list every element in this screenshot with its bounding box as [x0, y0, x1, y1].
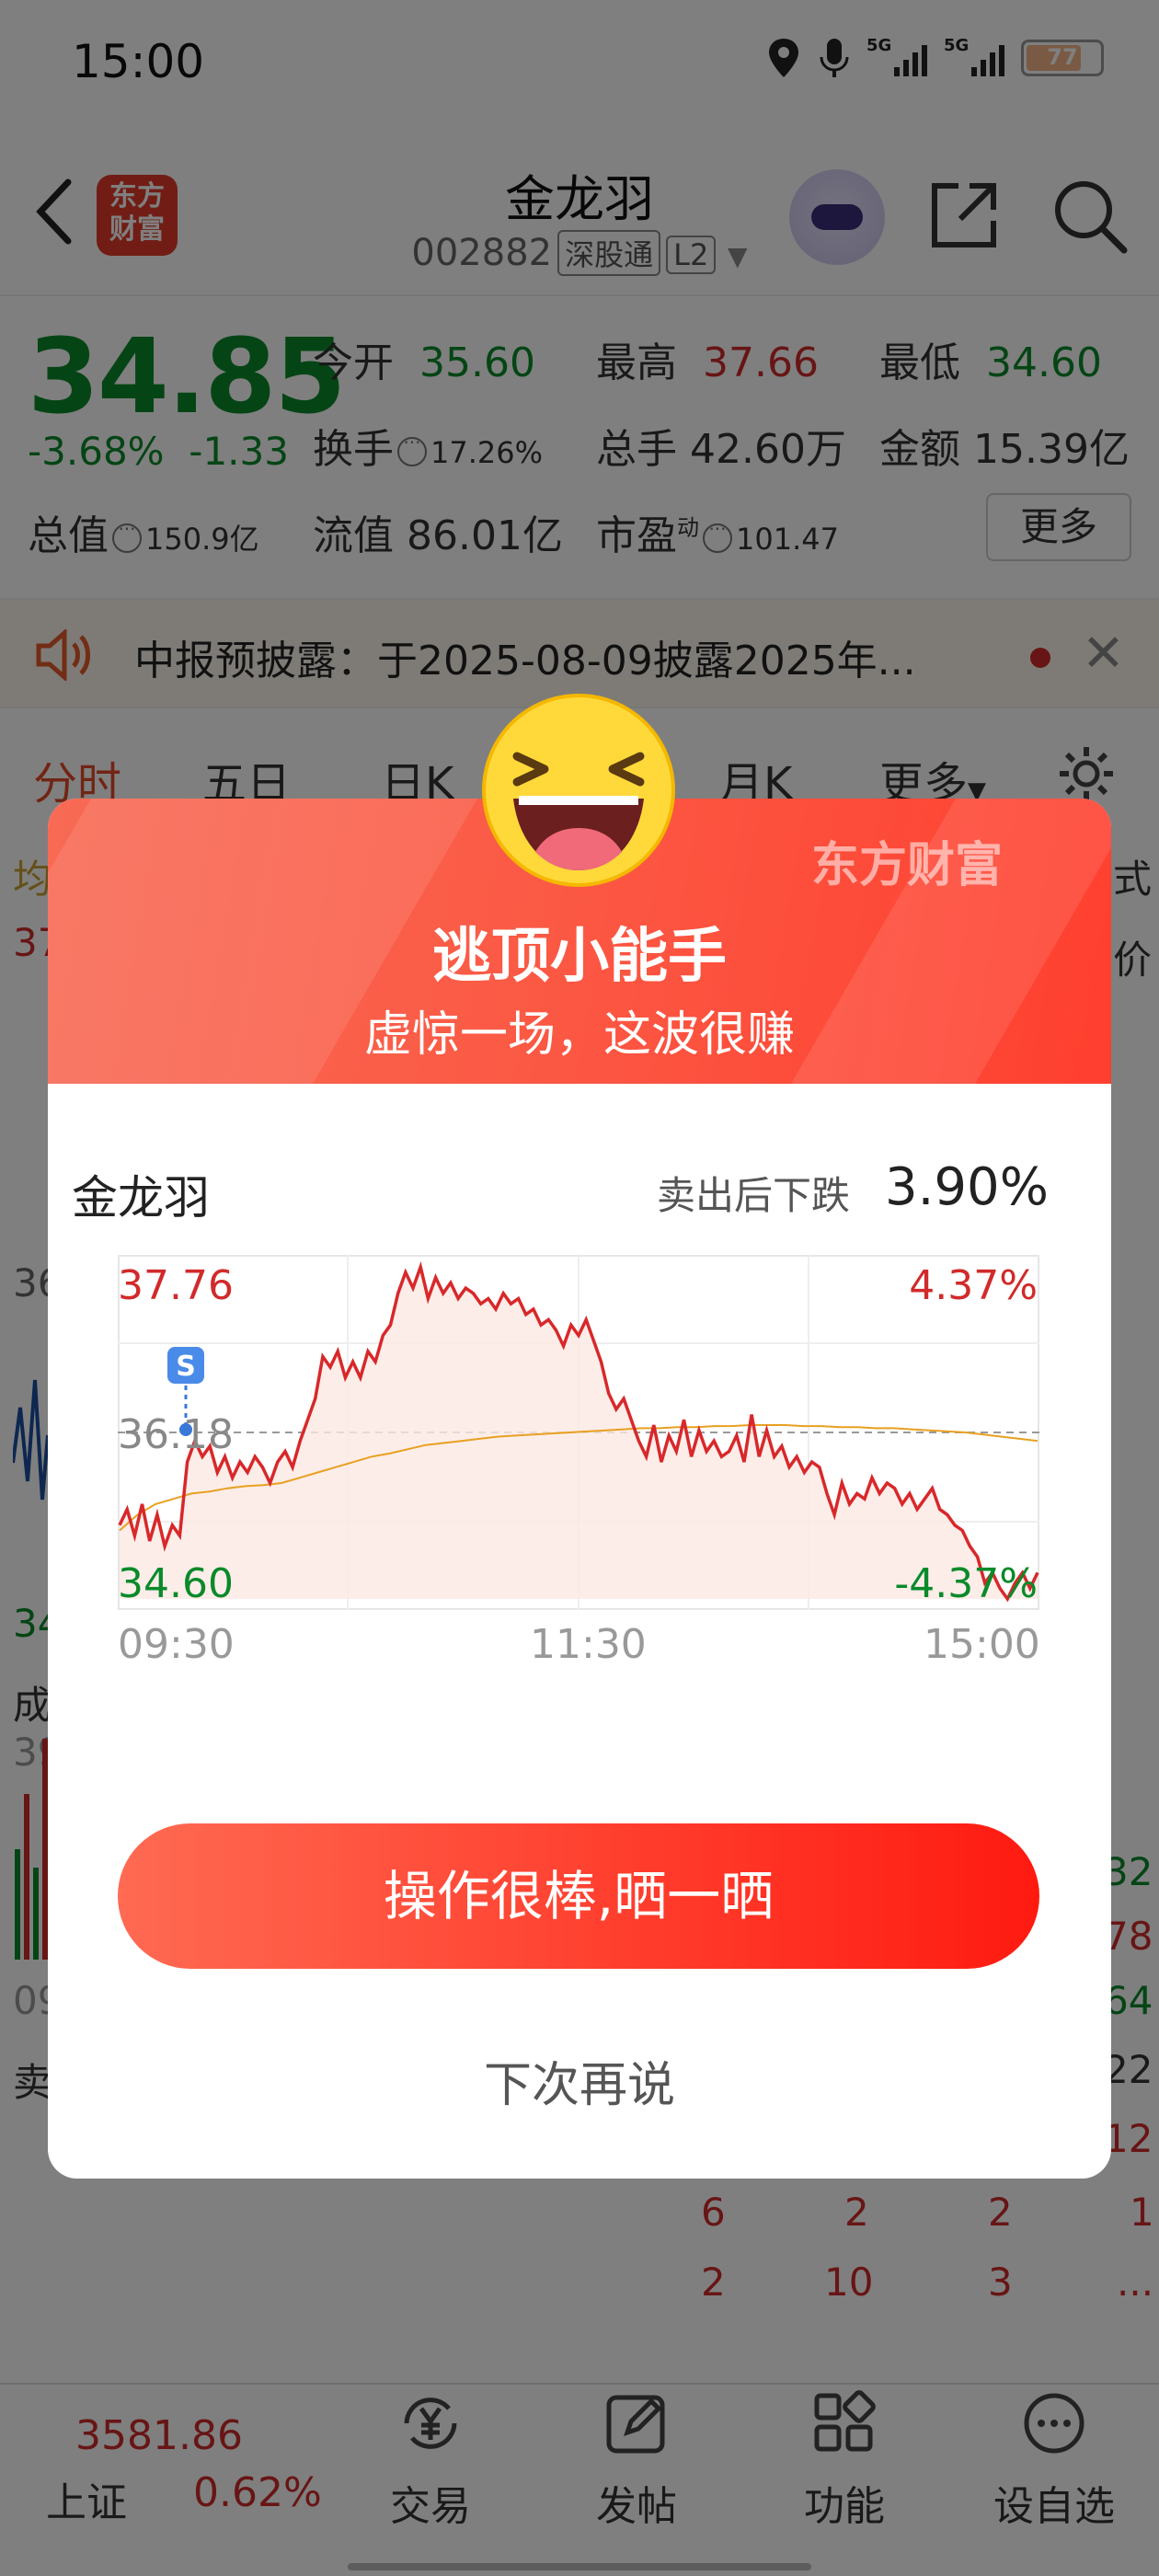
- x-label-start: 09:30: [118, 1621, 235, 1668]
- dialog-subtitle: 虚惊一场，这波很赚: [363, 1007, 795, 1063]
- drop-value: 3.90%: [885, 1157, 1049, 1217]
- laughing-emoji-icon: [482, 694, 675, 887]
- brand-watermark: 东方财富: [811, 838, 1004, 893]
- x-label-mid: 11:30: [530, 1621, 647, 1668]
- y-label-pct-min: -4.37%: [894, 1560, 1038, 1607]
- intraday-chart: S 37.76 36.18 34.60 4.37% -4.37%: [118, 1255, 1039, 1610]
- y-label-mid: 36.18: [118, 1411, 234, 1458]
- drop-label: 卖出后下跌: [657, 1173, 851, 1218]
- stock-name: 金龙羽: [72, 1171, 210, 1225]
- y-label-max: 37.76: [118, 1262, 234, 1309]
- later-button[interactable]: 下次再说: [0, 2046, 1159, 2115]
- y-label-min: 34.60: [118, 1560, 234, 1607]
- dialog-title: 逃顶小能手: [432, 923, 727, 991]
- sell-marker-label: S: [176, 1351, 196, 1383]
- y-label-pct-max: 4.37%: [909, 1262, 1038, 1309]
- x-label-end: 15:00: [924, 1621, 1040, 1668]
- share-button[interactable]: 操作很棒,晒一晒: [118, 1823, 1039, 1969]
